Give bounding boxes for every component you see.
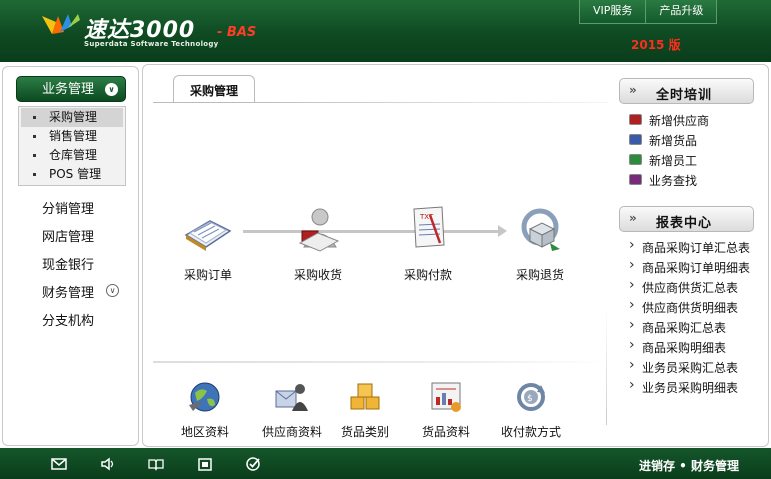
double-chevron-icon: » [629,83,637,97]
speaker-icon[interactable] [100,457,116,471]
double-chevron-icon: » [629,211,637,225]
training-item-business-search[interactable]: 业务查找 [629,172,697,189]
logo-suffix: - BAS [217,25,257,40]
check-icon[interactable] [245,457,261,471]
calendar-icon[interactable] [197,457,213,471]
left-sidebar: 业务管理 ∨ 采购管理 销售管理 仓库管理 POS 管理 分销管理 网店管理 现… [2,66,139,446]
training-item-label: 业务查找 [649,174,698,188]
submenu: 采购管理 销售管理 仓库管理 POS 管理 [18,106,126,186]
report-item[interactable]: 业务员采购明细表 [629,377,738,396]
mail-icon[interactable] [51,457,67,471]
book-icon[interactable] [148,457,164,471]
tab-underline [153,102,608,103]
notebook-icon [184,220,232,251]
svg-text:$: $ [527,394,533,404]
flow-label: 采购付款 [403,268,452,282]
payment-cycle-icon: $ [517,383,545,411]
submenu-item-sales[interactable]: 销售管理 [19,127,125,146]
logo-icon [42,14,80,34]
base-payment-method[interactable]: $ 收付款方式 [491,377,571,440]
version-label: 2015 版 [631,38,681,52]
business-management-button[interactable]: 业务管理 ∨ [16,76,126,102]
section-divider [153,361,608,363]
app-header: 速达3000 - BAS Superdata Software Technolo… [0,0,771,62]
module-label: 业务管理 [42,82,95,97]
base-label: 货品资料 [421,425,470,439]
training-header[interactable]: » 全时培训 [619,78,754,104]
sidebar-item-distribution[interactable]: 分销管理 [42,198,94,217]
chevron-down-icon[interactable]: ∨ [106,284,119,297]
boxes-icon [350,383,380,410]
footer-bar: 进销存 • 财务管理 [0,448,771,479]
supplier-icon [275,384,308,411]
book-icon [629,174,642,185]
report-item[interactable]: 业务员采购汇总表 [629,357,738,376]
training-title: 全时培训 [656,88,713,103]
base-goods-category[interactable]: 货品类别 [325,377,405,440]
training-item-label: 新增员工 [649,154,698,168]
sidebar-item-finance[interactable]: 财务管理 [42,282,94,301]
flow-purchase-order[interactable]: 采购订单 [168,201,248,283]
product-upgrade-button[interactable]: 产品升级 [646,0,718,24]
book-icon [629,134,642,145]
training-item-label: 新增供应商 [649,114,710,128]
submenu-item-purchase[interactable]: 采购管理 [21,108,123,127]
report-item[interactable]: 商品采购汇总表 [629,317,726,336]
flow-label: 采购退货 [515,268,564,282]
logo-subtitle: Superdata Software Technology [84,40,219,48]
flow-label: 采购订单 [183,268,232,282]
report-item[interactable]: 供应商供货汇总表 [629,277,738,296]
report-center-title: 报表中心 [656,216,713,231]
vertical-divider [606,305,607,425]
chevron-down-icon: ∨ [105,83,118,96]
base-label: 地区资料 [180,425,229,439]
submenu-item-pos[interactable]: POS 管理 [19,165,125,184]
training-item-new-supplier[interactable]: 新增供应商 [629,112,709,129]
sidebar-item-branches[interactable]: 分支机构 [42,310,94,329]
book-icon [629,154,642,165]
flow-purchase-return[interactable]: 采购退货 [500,201,580,283]
sidebar-item-cash-bank[interactable]: 现金银行 [42,254,94,273]
training-item-label: 新增货品 [649,134,698,148]
flow-purchase-payment[interactable]: TXT 采购付款 [388,201,468,283]
sidebar-item-online-store[interactable]: 网店管理 [42,226,94,245]
report-item[interactable]: 商品采购订单汇总表 [629,237,750,256]
report-item[interactable]: 商品采购订单明细表 [629,257,750,276]
base-region-data[interactable]: 地区资料 [165,377,245,440]
training-item-new-employee[interactable]: 新增员工 [629,152,697,169]
return-box-icon [521,208,560,251]
goods-chart-icon [431,382,461,412]
report-center-header[interactable]: » 报表中心 [619,206,754,232]
report-item[interactable]: 商品采购明细表 [629,337,726,356]
base-supplier-data[interactable]: 供应商资料 [252,377,332,440]
base-label: 供应商资料 [261,425,322,439]
submenu-item-warehouse[interactable]: 仓库管理 [19,146,125,165]
tab-purchase-management[interactable]: 采购管理 [173,75,255,103]
base-label: 收付款方式 [500,425,561,439]
flow-purchase-receipt[interactable]: 采购收货 [278,201,358,283]
training-item-new-goods[interactable]: 新增货品 [629,132,697,149]
base-label: 货品类别 [340,425,389,439]
flow-label: 采购收货 [293,268,342,282]
main-panel: 采购管理 采购订单 采购收货 TXT 采购付款 采购退货 地区资料 供应商资料 … [142,64,769,447]
document-icon: TXT [413,206,445,248]
footer-text: 进销存 • 财务管理 [638,459,739,473]
report-item[interactable]: 供应商供货明细表 [629,297,738,316]
base-goods-data[interactable]: 货品资料 [406,377,486,440]
person-receive-icon [298,208,340,252]
vip-service-button[interactable]: VIP服务 [579,0,647,24]
globe-icon [189,382,220,412]
book-icon [629,114,642,125]
